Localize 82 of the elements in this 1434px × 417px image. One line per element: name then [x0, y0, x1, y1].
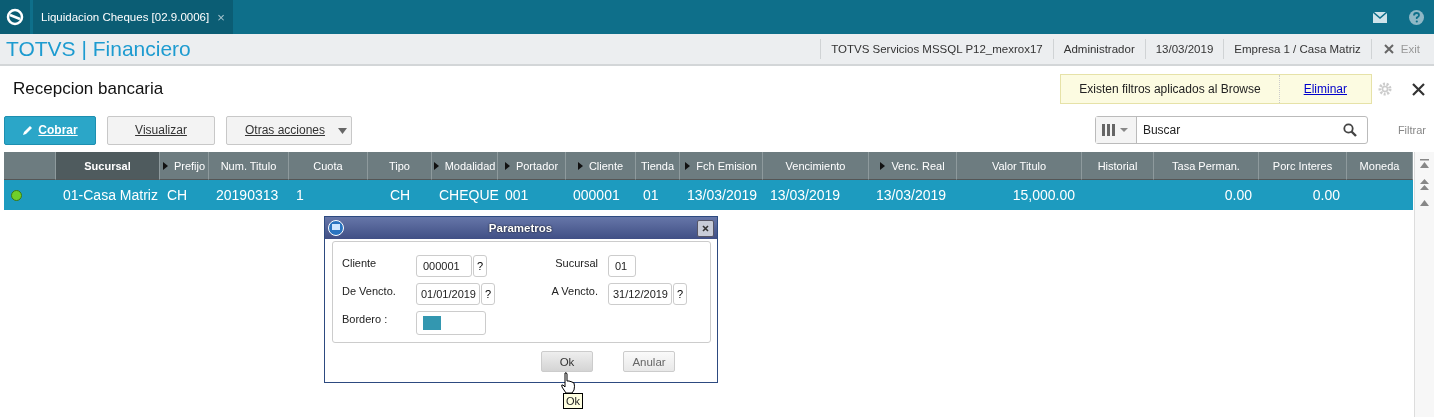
search-field[interactable]: Buscar — [1094, 116, 1368, 144]
table-cell: 20190313 — [216, 187, 279, 203]
table-cell: 001 — [505, 187, 529, 203]
column-header[interactable]: Historial — [1082, 152, 1154, 180]
close-icon[interactable] — [1412, 82, 1425, 96]
column-header[interactable]: Modalidad — [432, 152, 498, 180]
column-header[interactable]: Tasa Perman. — [1154, 152, 1259, 180]
column-header[interactable]: Portador — [498, 152, 566, 180]
column-header[interactable]: Valor Titulo — [957, 152, 1082, 180]
session-info: Administrador — [1052, 39, 1145, 59]
column-header[interactable]: Sucursal — [56, 152, 160, 180]
table-cell: 0.00 — [1312, 187, 1340, 203]
filter-link[interactable]: Filtrar — [1367, 124, 1434, 136]
table-cell: 13/03/2019 — [687, 187, 758, 203]
help-icon[interactable] — [1408, 9, 1424, 25]
column-header[interactable]: Tipo — [368, 152, 432, 180]
close-icon — [702, 224, 709, 232]
table-cell: 0.00 — [1224, 187, 1252, 203]
field-label: Bordero : — [342, 312, 389, 325]
input-field[interactable]: 01/01/2019 — [416, 283, 480, 305]
caret-icon — [338, 127, 347, 134]
table-cell: 01 — [643, 187, 659, 203]
column-header — [4, 152, 56, 180]
tooltip: Ok — [563, 393, 584, 409]
close-button[interactable] — [697, 219, 714, 237]
column-header[interactable]: Tienda — [636, 152, 680, 180]
field-label: Cliente — [342, 256, 378, 269]
column-header[interactable]: Num. Titulo — [209, 152, 289, 180]
table-cell: 01-Casa Matriz — [63, 187, 158, 203]
remove-filter-link[interactable]: Eliminar — [1279, 82, 1371, 96]
logo-icon[interactable] — [6, 8, 24, 26]
input-field[interactable]: 01 — [608, 255, 636, 277]
pencil-icon — [22, 124, 34, 136]
collect-button[interactable]: Cobrar — [4, 115, 96, 145]
search-icon[interactable] — [1342, 123, 1357, 137]
table-cell: CH — [167, 187, 188, 203]
table-cell: 1 — [296, 187, 304, 203]
dialog-title: Parametros — [487, 222, 554, 234]
table-cell: CHEQUE — [439, 187, 499, 203]
scroll-up-icon[interactable] — [1420, 200, 1429, 206]
column-header[interactable]: Fch Emision — [680, 152, 763, 180]
input-field[interactable]: 000001 — [416, 255, 472, 277]
columns-dropdown-icon[interactable] — [1102, 124, 1130, 136]
exit-button[interactable]: Exit — [1370, 39, 1434, 59]
session-info: TOTVS Servicios MSSQL P12_mexrox17 — [820, 39, 1053, 59]
scroll-page-up-icon[interactable] — [1420, 179, 1429, 190]
ok-button[interactable]: Ok — [541, 351, 593, 372]
lookup-button[interactable]: ? — [673, 283, 687, 305]
table-cell: 15,000.00 — [1012, 187, 1075, 203]
page-title: Recepcion bancaria — [13, 79, 164, 99]
column-header[interactable]: Vencimiento — [763, 152, 869, 180]
column-header[interactable]: Moneda — [1347, 152, 1413, 180]
close-icon — [1383, 44, 1394, 54]
column-header[interactable]: Venc. Real — [869, 152, 957, 180]
cancel-button[interactable]: Anular — [623, 351, 675, 372]
table-cell: 13/03/2019 — [770, 187, 841, 203]
column-header[interactable]: Porc Interes — [1259, 152, 1347, 180]
table-cell: 000001 — [573, 187, 620, 203]
notice-text: Existen filtros aplicados al Browse — [1061, 75, 1280, 103]
column-header[interactable]: Prefijo — [160, 152, 209, 180]
app-icon — [328, 220, 344, 236]
color-field[interactable] — [416, 311, 486, 335]
app-tab[interactable]: Liquidacion Cheques [02.9.0006] × — [33, 0, 233, 34]
view-button[interactable]: Visualizar — [107, 115, 215, 145]
lookup-button[interactable]: ? — [473, 255, 487, 277]
field-label: De Vencto. — [342, 284, 397, 297]
session-info: 13/03/2019 — [1144, 39, 1224, 59]
scroll-top-icon[interactable] — [1420, 159, 1429, 169]
field-label: A Vencto. — [550, 284, 599, 297]
table-cell: CH — [389, 187, 411, 203]
session-info: Empresa 1 / Casa Matriz — [1223, 39, 1371, 59]
input-field[interactable]: 31/12/2019 — [608, 283, 672, 305]
column-header[interactable]: Cuota — [289, 152, 368, 180]
column-header[interactable]: Cliente — [566, 152, 636, 180]
close-icon[interactable]: × — [217, 9, 225, 25]
mail-icon[interactable] — [1373, 11, 1387, 23]
field-label: Sucursal — [554, 256, 599, 269]
app-brand: TOTVS | Financiero — [5, 37, 191, 61]
table-row[interactable]: 01-Casa Matriz CH 20190313 1 CH CHEQUE 001 000001 01 13/03/2019 13/03/2019 13/03/2019 15,000.00 0.00 0.00 — [4, 180, 1413, 210]
lookup-button[interactable]: ? — [481, 283, 495, 305]
table-cell: 13/03/2019 — [876, 187, 947, 203]
more-actions-button[interactable]: Otras acciones — [226, 115, 352, 145]
